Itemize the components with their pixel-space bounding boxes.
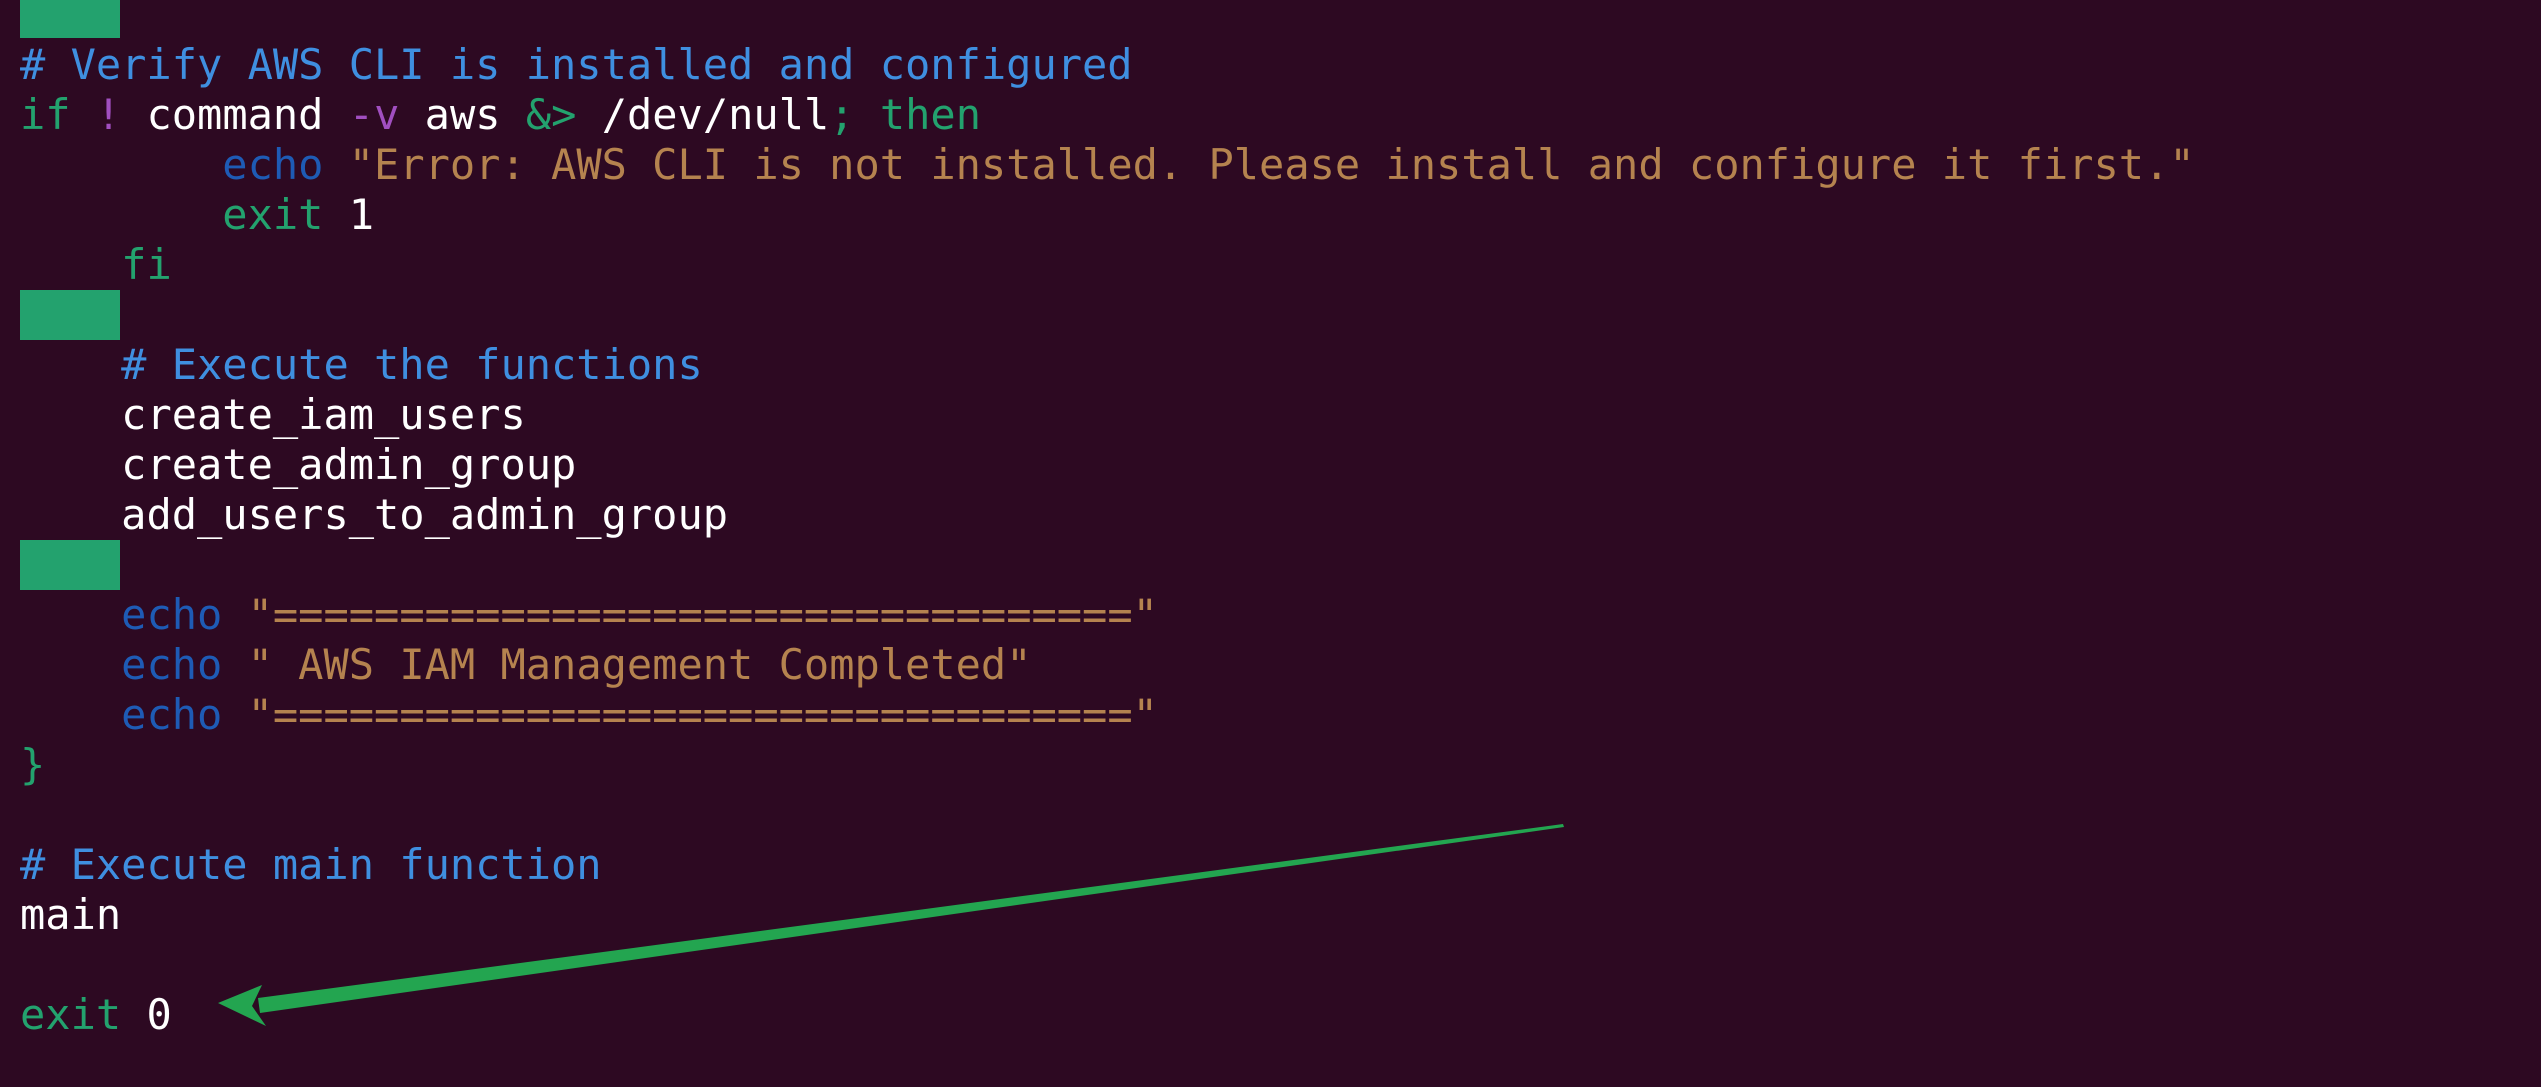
arrow-shaft (258, 824, 1564, 1013)
arrow-head-icon (218, 985, 266, 1026)
annotation-arrow (218, 824, 1564, 1026)
code-editor[interactable]: # Verify AWS CLI is installed and config… (0, 0, 2541, 1087)
